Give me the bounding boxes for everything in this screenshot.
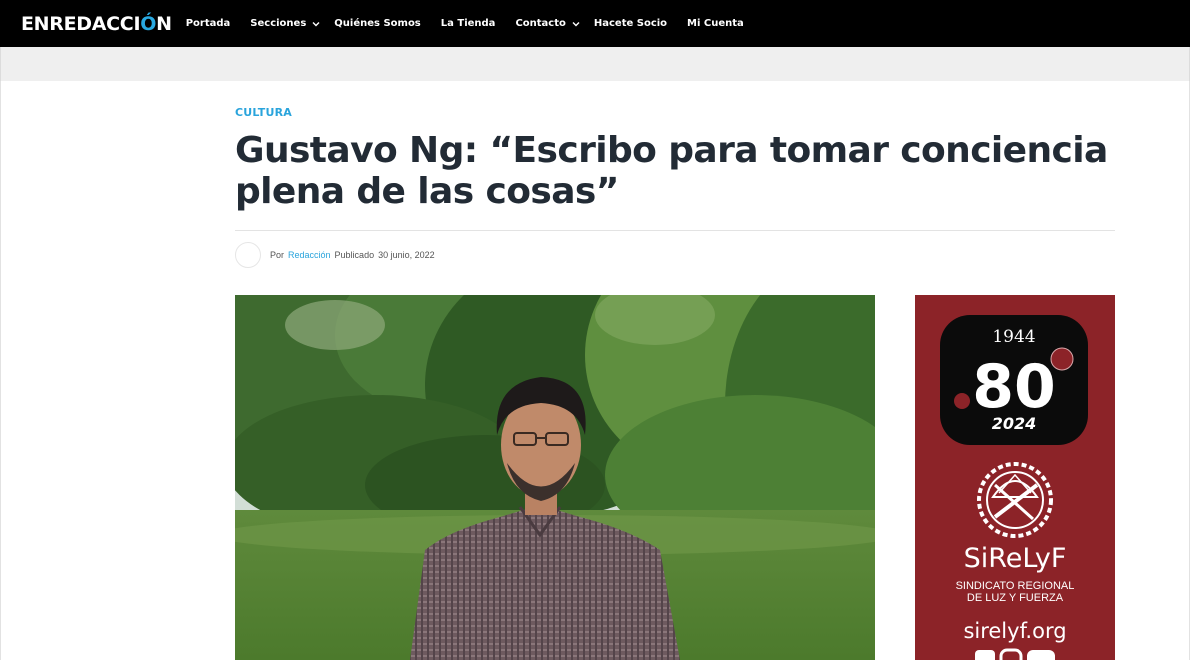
nav-item-label: Hacete Socio <box>593 18 668 29</box>
logo-text-end: N <box>156 12 172 35</box>
seal-icon <box>1050 347 1074 371</box>
top-spacer-bar <box>0 47 1190 81</box>
main-menu: Portada Secciones Quiénes Somos La Tiend… <box>178 0 744 47</box>
facebook-icon <box>975 650 995 660</box>
nav-item-label: Portada <box>185 18 231 29</box>
ad-url: sirelyf.org <box>963 619 1066 643</box>
logo-accent-letter: Ó <box>140 12 157 35</box>
ad-brand: SiReLyF <box>964 543 1067 574</box>
union-emblem-icon <box>977 462 1053 538</box>
ad-year-start: 1944 <box>992 327 1035 347</box>
nav-item-portada[interactable]: Portada <box>186 0 231 47</box>
nav-item-label: Quiénes Somos <box>334 18 421 29</box>
site-logo[interactable]: ENREDACCI Ó N <box>21 13 172 35</box>
by-label: Por <box>270 250 285 260</box>
ad-anniversary-number: 80 <box>972 352 1056 422</box>
nav-item-label: Contacto <box>515 18 566 29</box>
featured-photo <box>235 295 875 660</box>
chevron-down-icon <box>572 21 580 26</box>
logo-text-part: ENREDACCI <box>21 12 141 35</box>
instagram-icon <box>999 648 1023 660</box>
publish-date: 30 junio, 2022 <box>378 250 435 260</box>
published-label: Publicado <box>334 250 375 260</box>
nav-item-label: La Tienda <box>440 18 496 29</box>
nav-item-quienes-somos[interactable]: Quiénes Somos <box>334 0 420 47</box>
ad-subtitle-line1: SINDICATO REGIONAL <box>956 580 1075 592</box>
article-category-link[interactable]: CULTURA <box>235 106 292 119</box>
nav-item-secciones[interactable]: Secciones <box>250 0 320 47</box>
sidebar-ad-banner[interactable]: 1944 80 2024 SiReLyF SINDICATO REGIONAL … <box>915 295 1115 660</box>
nav-item-contacto[interactable]: Contacto <box>515 0 580 47</box>
nav-item-label: Mi Cuenta <box>687 18 744 29</box>
top-navigation-bar: ENREDACCI Ó N Portada Secciones Quiénes So… <box>0 0 1190 47</box>
nav-item-la-tienda[interactable]: La Tienda <box>441 0 496 47</box>
ad-red-dot <box>954 393 970 409</box>
ad-subtitle-line2: DE LUZ Y FUERZA <box>967 592 1064 604</box>
author-avatar[interactable] <box>235 242 261 268</box>
nav-item-mi-cuenta[interactable]: Mi Cuenta <box>687 0 744 47</box>
title-divider <box>235 230 1115 231</box>
nav-item-hacete-socio[interactable]: Hacete Socio <box>594 0 667 47</box>
ad-year-end: 2024 <box>992 414 1037 433</box>
youtube-icon <box>1027 650 1055 660</box>
author-link[interactable]: Redacción <box>288 250 331 260</box>
chevron-down-icon <box>312 21 320 26</box>
nav-item-label: Secciones <box>250 18 307 29</box>
article-meta: Por Redacción Publicado 30 junio, 2022 <box>235 242 435 268</box>
article-title: Gustavo Ng: “Escribo para tomar concienc… <box>235 130 1108 212</box>
